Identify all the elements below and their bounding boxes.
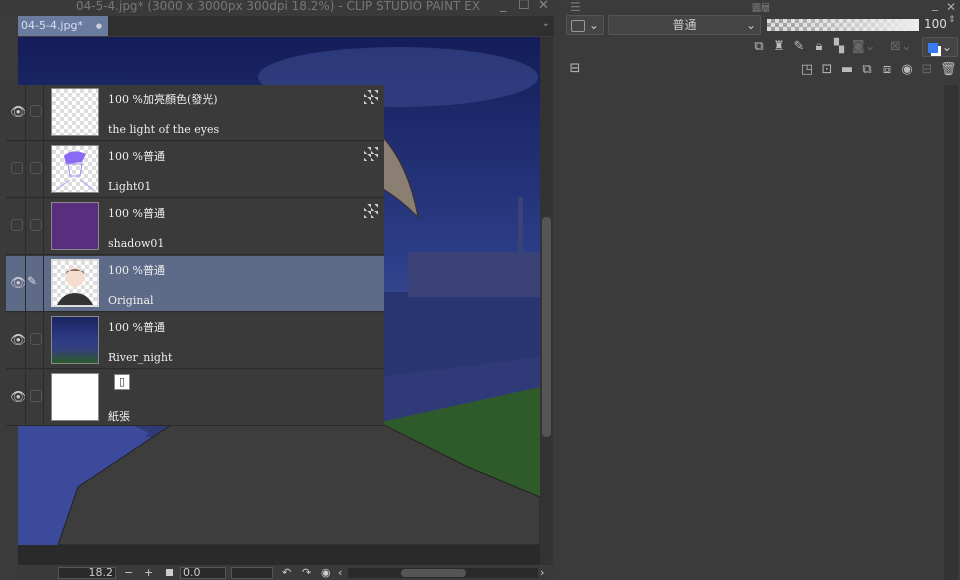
layer-name: shadow01 [108, 237, 165, 250]
layer-blend-mode: 100 %普通 [108, 264, 165, 277]
opacity-spinner[interactable]: ⇕ [948, 15, 956, 25]
layer-row-selected[interactable]: 👁︎ ✎ 100 %普通 Original [6, 256, 384, 312]
layer-checkbox[interactable] [30, 219, 42, 231]
panel-minimize-button[interactable]: _ [932, 0, 938, 11]
zoom-field[interactable]: 18.2 [58, 567, 116, 579]
apply-mask-icon[interactable]: ⊟ [920, 63, 934, 77]
character-thumbnail-art [57, 267, 93, 305]
visibility-eye-icon[interactable]: 👁︎ [10, 390, 27, 406]
canvas-vertical-scrollbar[interactable] [540, 37, 553, 565]
lock-transparency-icon [364, 90, 378, 104]
layer-name: Original [108, 294, 154, 307]
maximize-button[interactable]: ☐ [518, 0, 530, 13]
clip-to-layer-below-icon[interactable]: ⧉ [752, 40, 766, 54]
create-mask-icon[interactable]: ◉ [900, 63, 914, 77]
tab-label: 04-5-4.jpg* [21, 19, 83, 32]
ruler-enable-icon[interactable]: ⊠⌄ [890, 40, 912, 54]
layer-row[interactable]: 👁︎ 100 %普通 River_night [6, 313, 384, 369]
rotate-right-icon[interactable]: ↷ [302, 566, 311, 579]
layer-panel: ☰ 圖層 _ ✕ ⌄ 普通 ⌄ 100 ⇕ ⧉ ♜ ✎ 🔒︎ ▚ ◙⌄ ⊠⌄ ⌄ … [560, 0, 960, 580]
close-button[interactable]: ✕ [538, 0, 549, 13]
layer-checkbox[interactable] [30, 105, 42, 117]
lock-transparency-icon[interactable]: ▚ [832, 40, 846, 54]
lock-layer-icon[interactable]: 🔒︎ [812, 40, 826, 54]
zoom-in-button[interactable]: + [144, 566, 153, 579]
layer-blend-mode: 100 %普通 [108, 321, 165, 334]
panel-menu-icon[interactable]: ☰ [570, 0, 581, 14]
layer-thumbnail [51, 316, 99, 364]
blend-mode-value: 普通 [672, 18, 697, 32]
layer-thumbnail [51, 202, 99, 250]
opacity-value[interactable]: 100 [924, 17, 947, 31]
layer-name: Light01 [108, 180, 152, 193]
transfer-to-lower-layer-icon[interactable]: ⧉ [860, 63, 874, 77]
horizontal-scrollbar[interactable] [348, 568, 538, 578]
minimize-button[interactable]: _ [500, 0, 507, 13]
layer-name: River_night [108, 351, 173, 364]
new-vector-layer-icon[interactable]: ⊡ [820, 63, 834, 77]
light-thumbnail-art [55, 151, 95, 191]
visibility-off-toggle[interactable] [11, 162, 23, 174]
layer-blend-mode: 100 %普通 [108, 150, 165, 163]
layer-checkbox[interactable] [30, 162, 42, 174]
rotation-slider[interactable] [231, 567, 273, 579]
scroll-right-icon[interactable]: › [540, 566, 544, 579]
layer-row[interactable]: 100 %普通 Light01 [6, 142, 384, 198]
visibility-off-toggle[interactable] [11, 219, 23, 231]
new-folder-icon[interactable]: ▬ [840, 63, 854, 77]
lock-transparency-icon [364, 204, 378, 218]
layer-color-icon[interactable]: ⌄ [922, 37, 958, 57]
layer-name: the light of the eyes [108, 123, 220, 136]
draft-layer-icon[interactable]: ✎ [792, 40, 806, 54]
layer-thumbnail [51, 145, 99, 193]
scrollbar-thumb[interactable] [542, 217, 551, 437]
canvas-status-bar: 18.2 − + 0.0 ↶ ↷ ◉ ‹ › [18, 566, 554, 580]
tab-modified-dot: ● [95, 22, 102, 30]
layer-row[interactable]: 👁︎ 100 %加亮顏色(發光) the light of the eyes [6, 85, 384, 141]
panel-close-button[interactable]: ✕ [946, 0, 956, 14]
layer-color-select[interactable]: ⌄ [566, 15, 604, 35]
lock-transparency-icon [364, 147, 378, 161]
merge-down-icon[interactable]: ⧈ [880, 63, 894, 77]
layer-palette-menu-icon[interactable]: ⊟ [568, 62, 582, 76]
reference-layer-icon[interactable]: ♜ [772, 40, 786, 54]
layer-thumbnail [51, 88, 99, 136]
layer-thumbnail [51, 373, 99, 421]
layer-thumbnail [51, 259, 99, 307]
layer-checkbox[interactable] [30, 390, 42, 402]
layer-row[interactable]: 👁︎ ▯ 紙張 [6, 370, 384, 426]
canvas-offscreen-area [18, 545, 540, 565]
scrollbar-thumb[interactable] [401, 569, 466, 577]
blend-mode-select[interactable]: 普通 ⌄ [608, 15, 761, 35]
new-raster-layer-icon[interactable]: ◳ [800, 63, 814, 77]
layer-list: 👁︎ 100 %加亮顏色(發光) the light of the eyes 1… [6, 85, 384, 426]
layer-blend-mode: 100 %普通 [108, 207, 165, 220]
layer-row[interactable]: 100 %普通 shadow01 [6, 199, 384, 255]
document-tabbar: 04-5-4.jpg* ● ⌄ [18, 16, 554, 36]
visibility-eye-icon[interactable]: 👁︎ [10, 333, 27, 349]
layer-checkbox[interactable] [30, 333, 42, 345]
rotation-field[interactable]: 0.0 [180, 567, 226, 579]
reset-rotation-icon[interactable]: ◉ [321, 566, 331, 579]
mask-enable-icon[interactable]: ◙⌄ [852, 40, 876, 54]
rotate-left-icon[interactable]: ↶ [282, 566, 291, 579]
paper-layer-icon: ▯ [114, 374, 130, 390]
layer-blend-mode: 100 %加亮顏色(發光) [108, 93, 218, 106]
visibility-eye-icon[interactable]: 👁︎ [10, 105, 27, 121]
visibility-eye-icon[interactable]: 👁︎ [10, 276, 27, 292]
scroll-left-icon[interactable]: ‹ [338, 566, 342, 579]
delete-layer-icon[interactable]: 🗑︎ [940, 63, 957, 77]
pen-editing-icon: ✎ [27, 274, 38, 288]
tab-menu-chevron-icon[interactable]: ⌄ [542, 18, 550, 29]
document-tab[interactable]: 04-5-4.jpg* ● [18, 16, 108, 36]
opacity-slider[interactable] [767, 19, 919, 31]
window-title: 04-5-4.jpg* (3000 x 3000px 300dpi 18.2%)… [0, 0, 556, 15]
fit-view-icon[interactable] [166, 569, 173, 576]
layer-name: 紙張 [108, 410, 130, 423]
zoom-out-button[interactable]: − [124, 566, 133, 579]
layer-list-scrollbar[interactable] [944, 85, 958, 580]
panel-title: 圖層 [752, 4, 771, 14]
